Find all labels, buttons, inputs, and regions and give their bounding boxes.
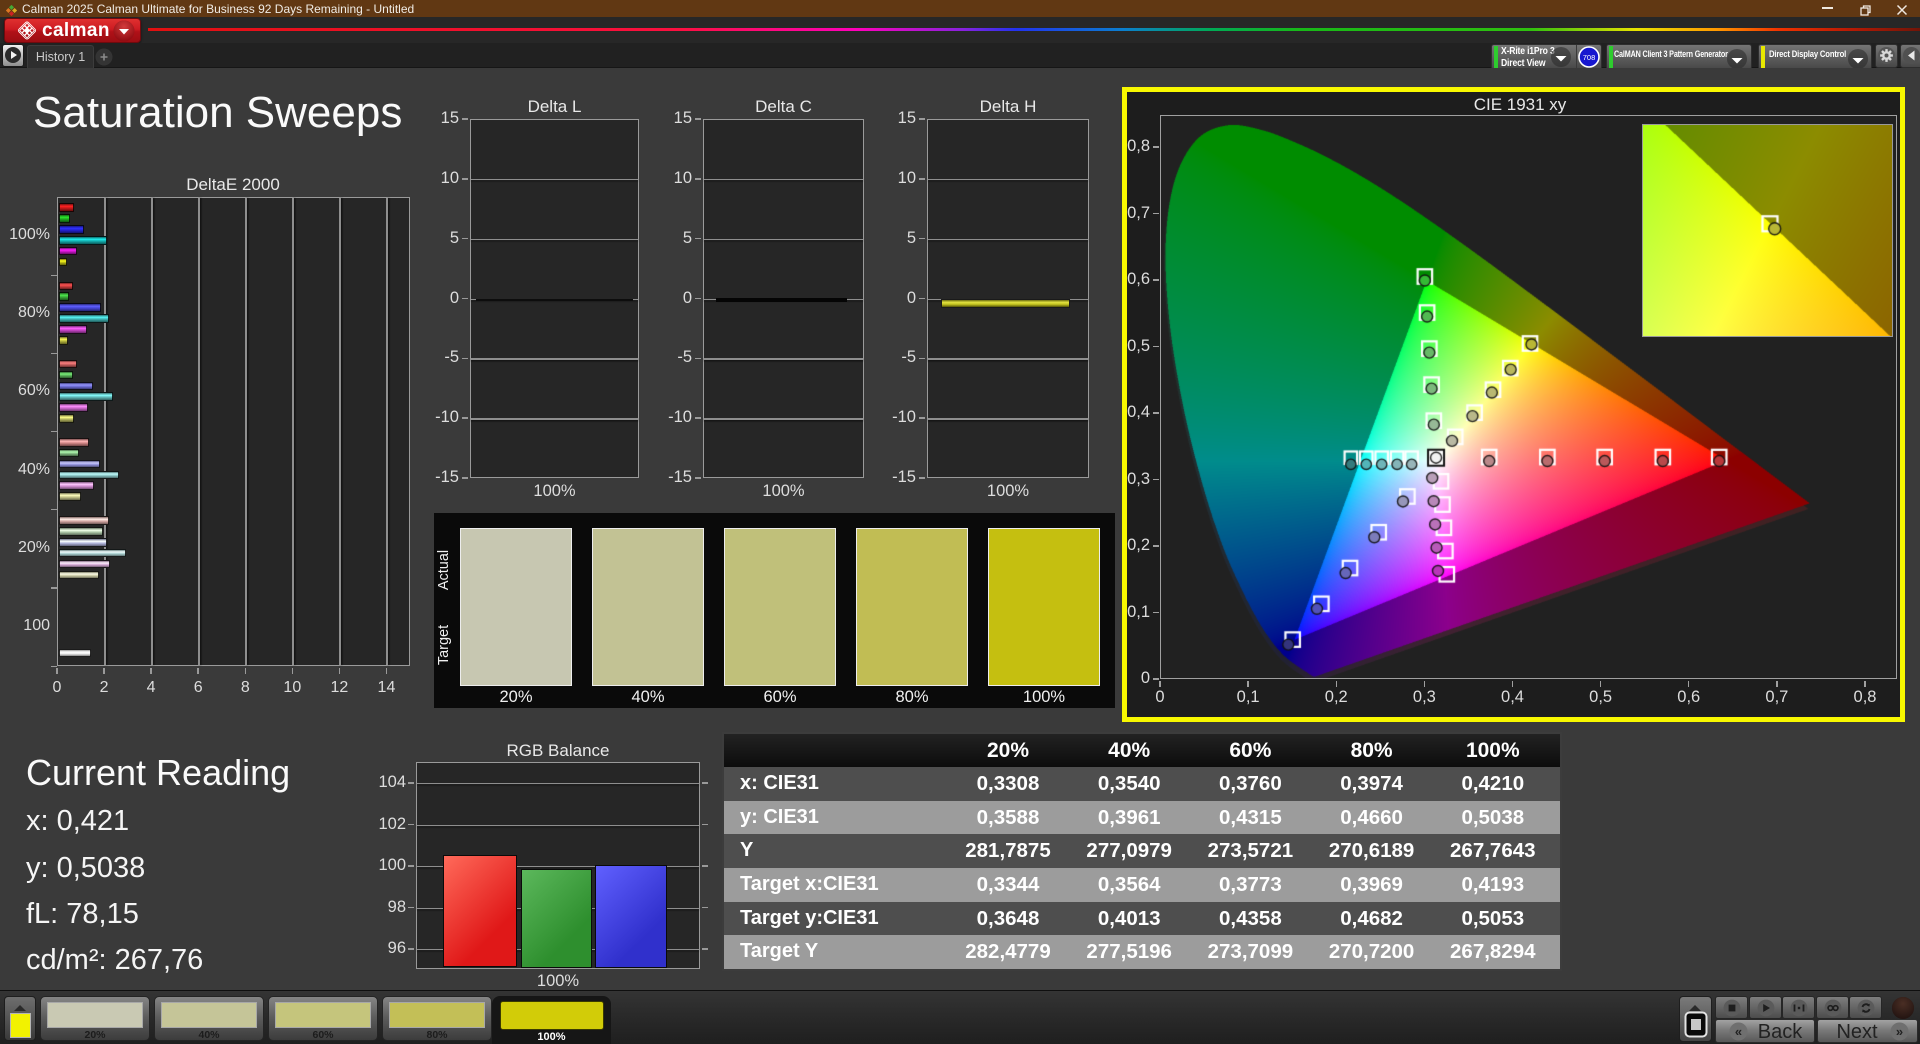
svg-text:»: » <box>1896 1024 1903 1039</box>
svg-text:«: « <box>1735 1024 1742 1039</box>
svg-text:708: 708 <box>1583 53 1596 62</box>
